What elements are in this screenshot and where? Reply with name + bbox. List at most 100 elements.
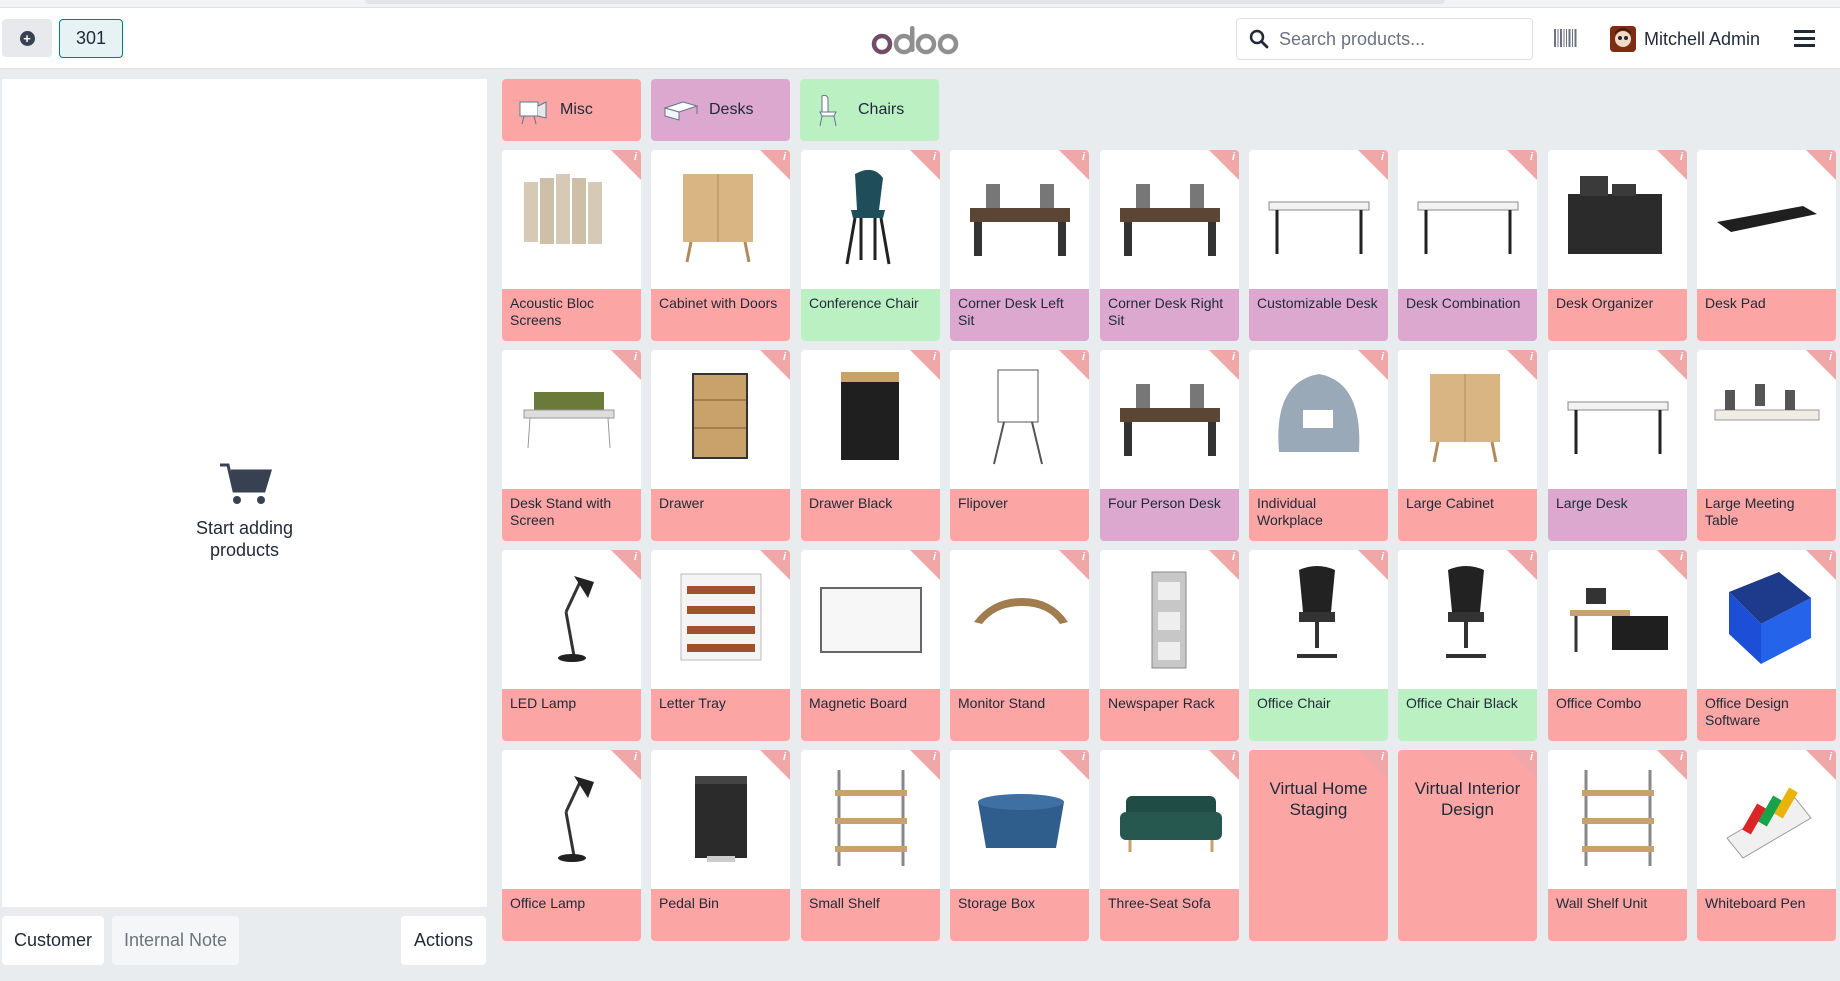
product-card[interactable]: Large Meeting Table i <box>1697 350 1836 541</box>
product-name: Conference Chair <box>801 289 940 341</box>
product-card[interactable]: Drawer Black i <box>801 350 940 541</box>
product-name: Monitor Stand <box>950 689 1089 741</box>
info-icon: i <box>1679 351 1683 363</box>
menu-icon[interactable] <box>1794 29 1815 48</box>
product-card[interactable]: Flipover i <box>950 350 1089 541</box>
info-icon: i <box>932 751 936 763</box>
category-label: Desks <box>709 101 754 118</box>
product-card[interactable]: Storage Box i <box>950 750 1089 941</box>
product-card[interactable]: Three-Seat Sofa i <box>1100 750 1239 941</box>
category-label: Misc <box>560 101 593 118</box>
product-name: Newspaper Rack <box>1100 689 1239 741</box>
info-icon: i <box>1679 151 1683 163</box>
product-card[interactable]: Four Person Desk i <box>1100 350 1239 541</box>
product-card[interactable]: Whiteboard Pen i <box>1697 750 1836 941</box>
product-name: Office Chair Black <box>1398 689 1537 741</box>
product-card[interactable]: Wall Shelf Unit i <box>1548 750 1687 941</box>
search-input[interactable] <box>1279 28 1519 50</box>
browser-top-strip <box>0 0 1840 8</box>
product-name: Large Desk <box>1548 489 1687 541</box>
actions-button[interactable]: Actions <box>401 916 486 965</box>
product-name: Drawer Black <box>801 489 940 541</box>
product-card[interactable]: Virtual Home Staging i <box>1249 750 1388 941</box>
product-name: Storage Box <box>950 889 1089 941</box>
product-card[interactable]: Monitor Stand i <box>950 550 1089 741</box>
desk-icon <box>663 101 699 121</box>
product-name: Customizable Desk <box>1249 289 1388 341</box>
product-name: Large Meeting Table <box>1697 489 1836 541</box>
category-misc[interactable]: Misc <box>502 79 641 141</box>
product-card[interactable]: Office Lamp i <box>502 750 641 941</box>
product-card[interactable]: Desk Combination i <box>1398 150 1537 341</box>
product-name: Three-Seat Sofa <box>1100 889 1239 941</box>
product-card[interactable]: Newspaper Rack i <box>1100 550 1239 741</box>
category-label: Chairs <box>858 101 905 118</box>
misc-icon <box>519 101 547 125</box>
product-card[interactable]: Desk Stand with Screen i <box>502 350 641 541</box>
info-icon: i <box>1231 551 1235 563</box>
info-icon: i <box>1380 151 1384 163</box>
info-icon: i <box>633 551 637 563</box>
chair-icon <box>819 94 837 127</box>
product-name: Acoustic Bloc Screens <box>502 289 641 341</box>
product-card[interactable]: Pedal Bin i <box>651 750 790 941</box>
product-card[interactable]: Corner Desk Left Sit i <box>950 150 1089 341</box>
product-name: LED Lamp <box>502 689 641 741</box>
customer-button[interactable]: Customer <box>2 916 104 965</box>
product-name: Desk Organizer <box>1548 289 1687 341</box>
category-chairs[interactable]: Chairs <box>800 79 939 141</box>
current-order-tab[interactable]: 301 <box>59 19 123 58</box>
product-card[interactable]: Magnetic Board i <box>801 550 940 741</box>
info-icon: i <box>1828 751 1832 763</box>
product-card[interactable]: Desk Pad i <box>1697 150 1836 341</box>
product-card[interactable]: Drawer i <box>651 350 790 541</box>
product-card[interactable]: Office Design Software i <box>1697 550 1836 741</box>
product-card[interactable]: Small Shelf i <box>801 750 940 941</box>
product-card[interactable]: Letter Tray i <box>651 550 790 741</box>
product-name: Flipover <box>950 489 1089 541</box>
info-icon: i <box>932 351 936 363</box>
product-name: Letter Tray <box>651 689 790 741</box>
info-icon: i <box>1380 351 1384 363</box>
user-menu[interactable]: Mitchell Admin <box>1610 24 1760 54</box>
new-order-button[interactable]: + <box>2 19 52 57</box>
product-card[interactable]: Virtual Interior Design i <box>1398 750 1537 941</box>
product-card[interactable]: Individual Workplace i <box>1249 350 1388 541</box>
info-icon: i <box>932 551 936 563</box>
info-icon: i <box>782 751 786 763</box>
info-icon: i <box>1081 751 1085 763</box>
product-card[interactable]: Conference Chair i <box>801 150 940 341</box>
product-card[interactable]: Desk Organizer i <box>1548 150 1687 341</box>
product-card[interactable]: LED Lamp i <box>502 550 641 741</box>
product-card[interactable]: Customizable Desk i <box>1249 150 1388 341</box>
product-card[interactable]: Office Chair Black i <box>1398 550 1537 741</box>
avatar <box>1610 26 1636 52</box>
product-card[interactable]: Office Chair i <box>1249 550 1388 741</box>
category-desks[interactable]: Desks <box>651 79 790 141</box>
browser-url-bar <box>365 0 1445 4</box>
info-icon: i <box>1529 351 1533 363</box>
internal-note-button[interactable]: Internal Note <box>112 916 239 965</box>
product-name: Office Combo <box>1548 689 1687 741</box>
product-name: Corner Desk Right Sit <box>1100 289 1239 341</box>
product-name: Individual Workplace <box>1249 489 1388 541</box>
product-search-box[interactable] <box>1236 18 1533 60</box>
product-card[interactable]: Cabinet with Doors i <box>651 150 790 341</box>
product-card[interactable]: Large Cabinet i <box>1398 350 1537 541</box>
info-icon: i <box>1828 351 1832 363</box>
info-icon: i <box>1231 351 1235 363</box>
odoo-logo <box>870 22 960 58</box>
product-card[interactable]: Large Desk i <box>1548 350 1687 541</box>
info-icon: i <box>1529 751 1533 763</box>
product-card[interactable]: Corner Desk Right Sit i <box>1100 150 1239 341</box>
product-card[interactable]: Office Combo i <box>1548 550 1687 741</box>
product-name: Wall Shelf Unit <box>1548 889 1687 941</box>
product-name: Four Person Desk <box>1100 489 1239 541</box>
product-name: Corner Desk Left Sit <box>950 289 1089 341</box>
barcode-icon[interactable] <box>1554 29 1578 47</box>
product-card[interactable]: Acoustic Bloc Screens i <box>502 150 641 341</box>
product-name: Desk Combination <box>1398 289 1537 341</box>
info-icon: i <box>633 151 637 163</box>
product-name: Magnetic Board <box>801 689 940 741</box>
info-icon: i <box>782 351 786 363</box>
